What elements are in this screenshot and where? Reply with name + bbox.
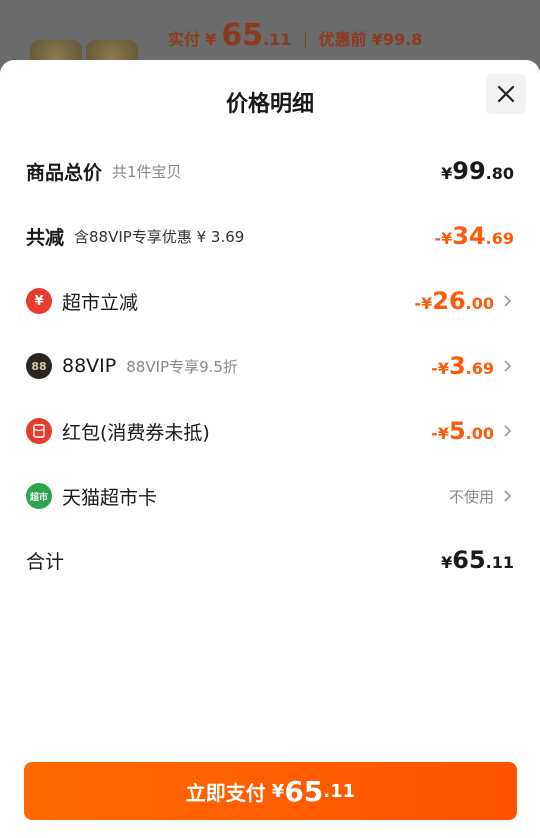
pay-amount-int: 65 [284, 774, 324, 808]
paid-integer: 65 [221, 18, 264, 53]
reduction-amount: -¥34.69 [434, 222, 514, 250]
supermarket-discount-label: 超市立减 [62, 291, 139, 314]
supermarket-card-status: 不使用 [448, 487, 494, 506]
currency: -¥ [431, 424, 449, 443]
chevron-right-icon [504, 295, 512, 307]
goods-total-amount: ¥99.80 [441, 157, 514, 185]
pay-now-button[interactable]: 立即支付 ¥65.11 [24, 762, 517, 820]
sum-label: 合计 [26, 550, 65, 573]
paid-label: 实付 [168, 30, 201, 49]
reduction-note: 含88VIP专享优惠 ¥ 3.69 [74, 227, 245, 246]
currency: ¥ [441, 164, 453, 183]
goods-total-label: 商品总价 [26, 161, 103, 184]
before-value: ¥99.8 [371, 30, 423, 49]
supermarket-card-label: 天猫超市卡 [62, 486, 158, 509]
before-label: 优惠前 [318, 30, 367, 49]
currency: -¥ [434, 229, 453, 248]
goods-count: 共1件宝贝 [112, 162, 182, 181]
pay-amount-dec: .11 [323, 780, 356, 802]
divider [304, 32, 306, 49]
chevron-right-icon [504, 490, 512, 502]
row-red-packet[interactable]: 红包(消费券未抵) -¥5.00 [26, 411, 514, 451]
row-sum: 合计 ¥65.11 [26, 540, 514, 580]
currency: -¥ [431, 359, 449, 378]
supermarket-discount-amount: -¥26.00 [414, 287, 494, 315]
88vip-note: 88VIP专享9.5折 [126, 357, 238, 376]
amount-int: 34 [452, 222, 486, 250]
price-detail-sheet: 价格明细 商品总价 共1件宝贝 ¥99.80 共减 含88VIP专享优惠 ¥ 3… [0, 60, 540, 838]
amount-int: 26 [432, 287, 466, 315]
red-packet-label: 红包(消费券未抵) [62, 421, 210, 444]
envelope-glyph [33, 424, 45, 438]
pay-now-label: 立即支付 [185, 780, 266, 805]
amount-dec: .00 [465, 424, 494, 443]
88vip-label: 88VIP [62, 355, 117, 377]
amount-dec: .00 [465, 294, 494, 313]
paid-currency: ¥ [205, 30, 217, 49]
88vip-icon: 88 [26, 353, 52, 379]
amount-int: 5 [448, 417, 466, 445]
amount-dec: .80 [485, 164, 514, 183]
reduction-label: 共减 [26, 226, 65, 249]
amount-dec: .69 [465, 359, 494, 378]
supermarket-card-icon: 超市 [26, 483, 52, 509]
sum-amount: ¥65.11 [441, 546, 514, 574]
amount-int: 3 [448, 352, 466, 380]
row-total-reduction: 共减 含88VIP专享优惠 ¥ 3.69 -¥34.69 [26, 216, 514, 256]
currency: -¥ [414, 294, 433, 313]
amount-int: 99 [452, 157, 486, 185]
close-button[interactable] [486, 74, 526, 114]
currency: ¥ [441, 553, 453, 572]
pay-currency: ¥ [271, 780, 285, 802]
yen-discount-icon: ¥ [26, 288, 52, 314]
amount-int: 65 [452, 546, 486, 574]
red-packet-icon [26, 418, 52, 444]
chevron-right-icon [504, 425, 512, 437]
amount-dec: .11 [485, 553, 514, 572]
sheet-title: 价格明细 [225, 92, 314, 117]
paid-decimal: .11 [263, 30, 292, 49]
row-goods-total: 商品总价 共1件宝贝 ¥99.80 [26, 151, 514, 191]
chevron-right-icon [504, 360, 512, 372]
red-packet-amount: -¥5.00 [431, 417, 494, 445]
88vip-amount: -¥3.69 [431, 352, 494, 380]
background-price-summary: 实付 ¥ 65.11 优惠前 ¥99.8 [168, 18, 422, 53]
row-supermarket-discount[interactable]: ¥ 超市立减 -¥26.00 [26, 281, 514, 321]
amount-dec: .69 [485, 229, 514, 248]
row-tmall-supermarket-card[interactable]: 超市 天猫超市卡 不使用 [26, 476, 514, 516]
row-88vip-discount[interactable]: 88 88VIP 88VIP专享9.5折 -¥3.69 [26, 346, 514, 386]
close-icon [497, 85, 515, 103]
